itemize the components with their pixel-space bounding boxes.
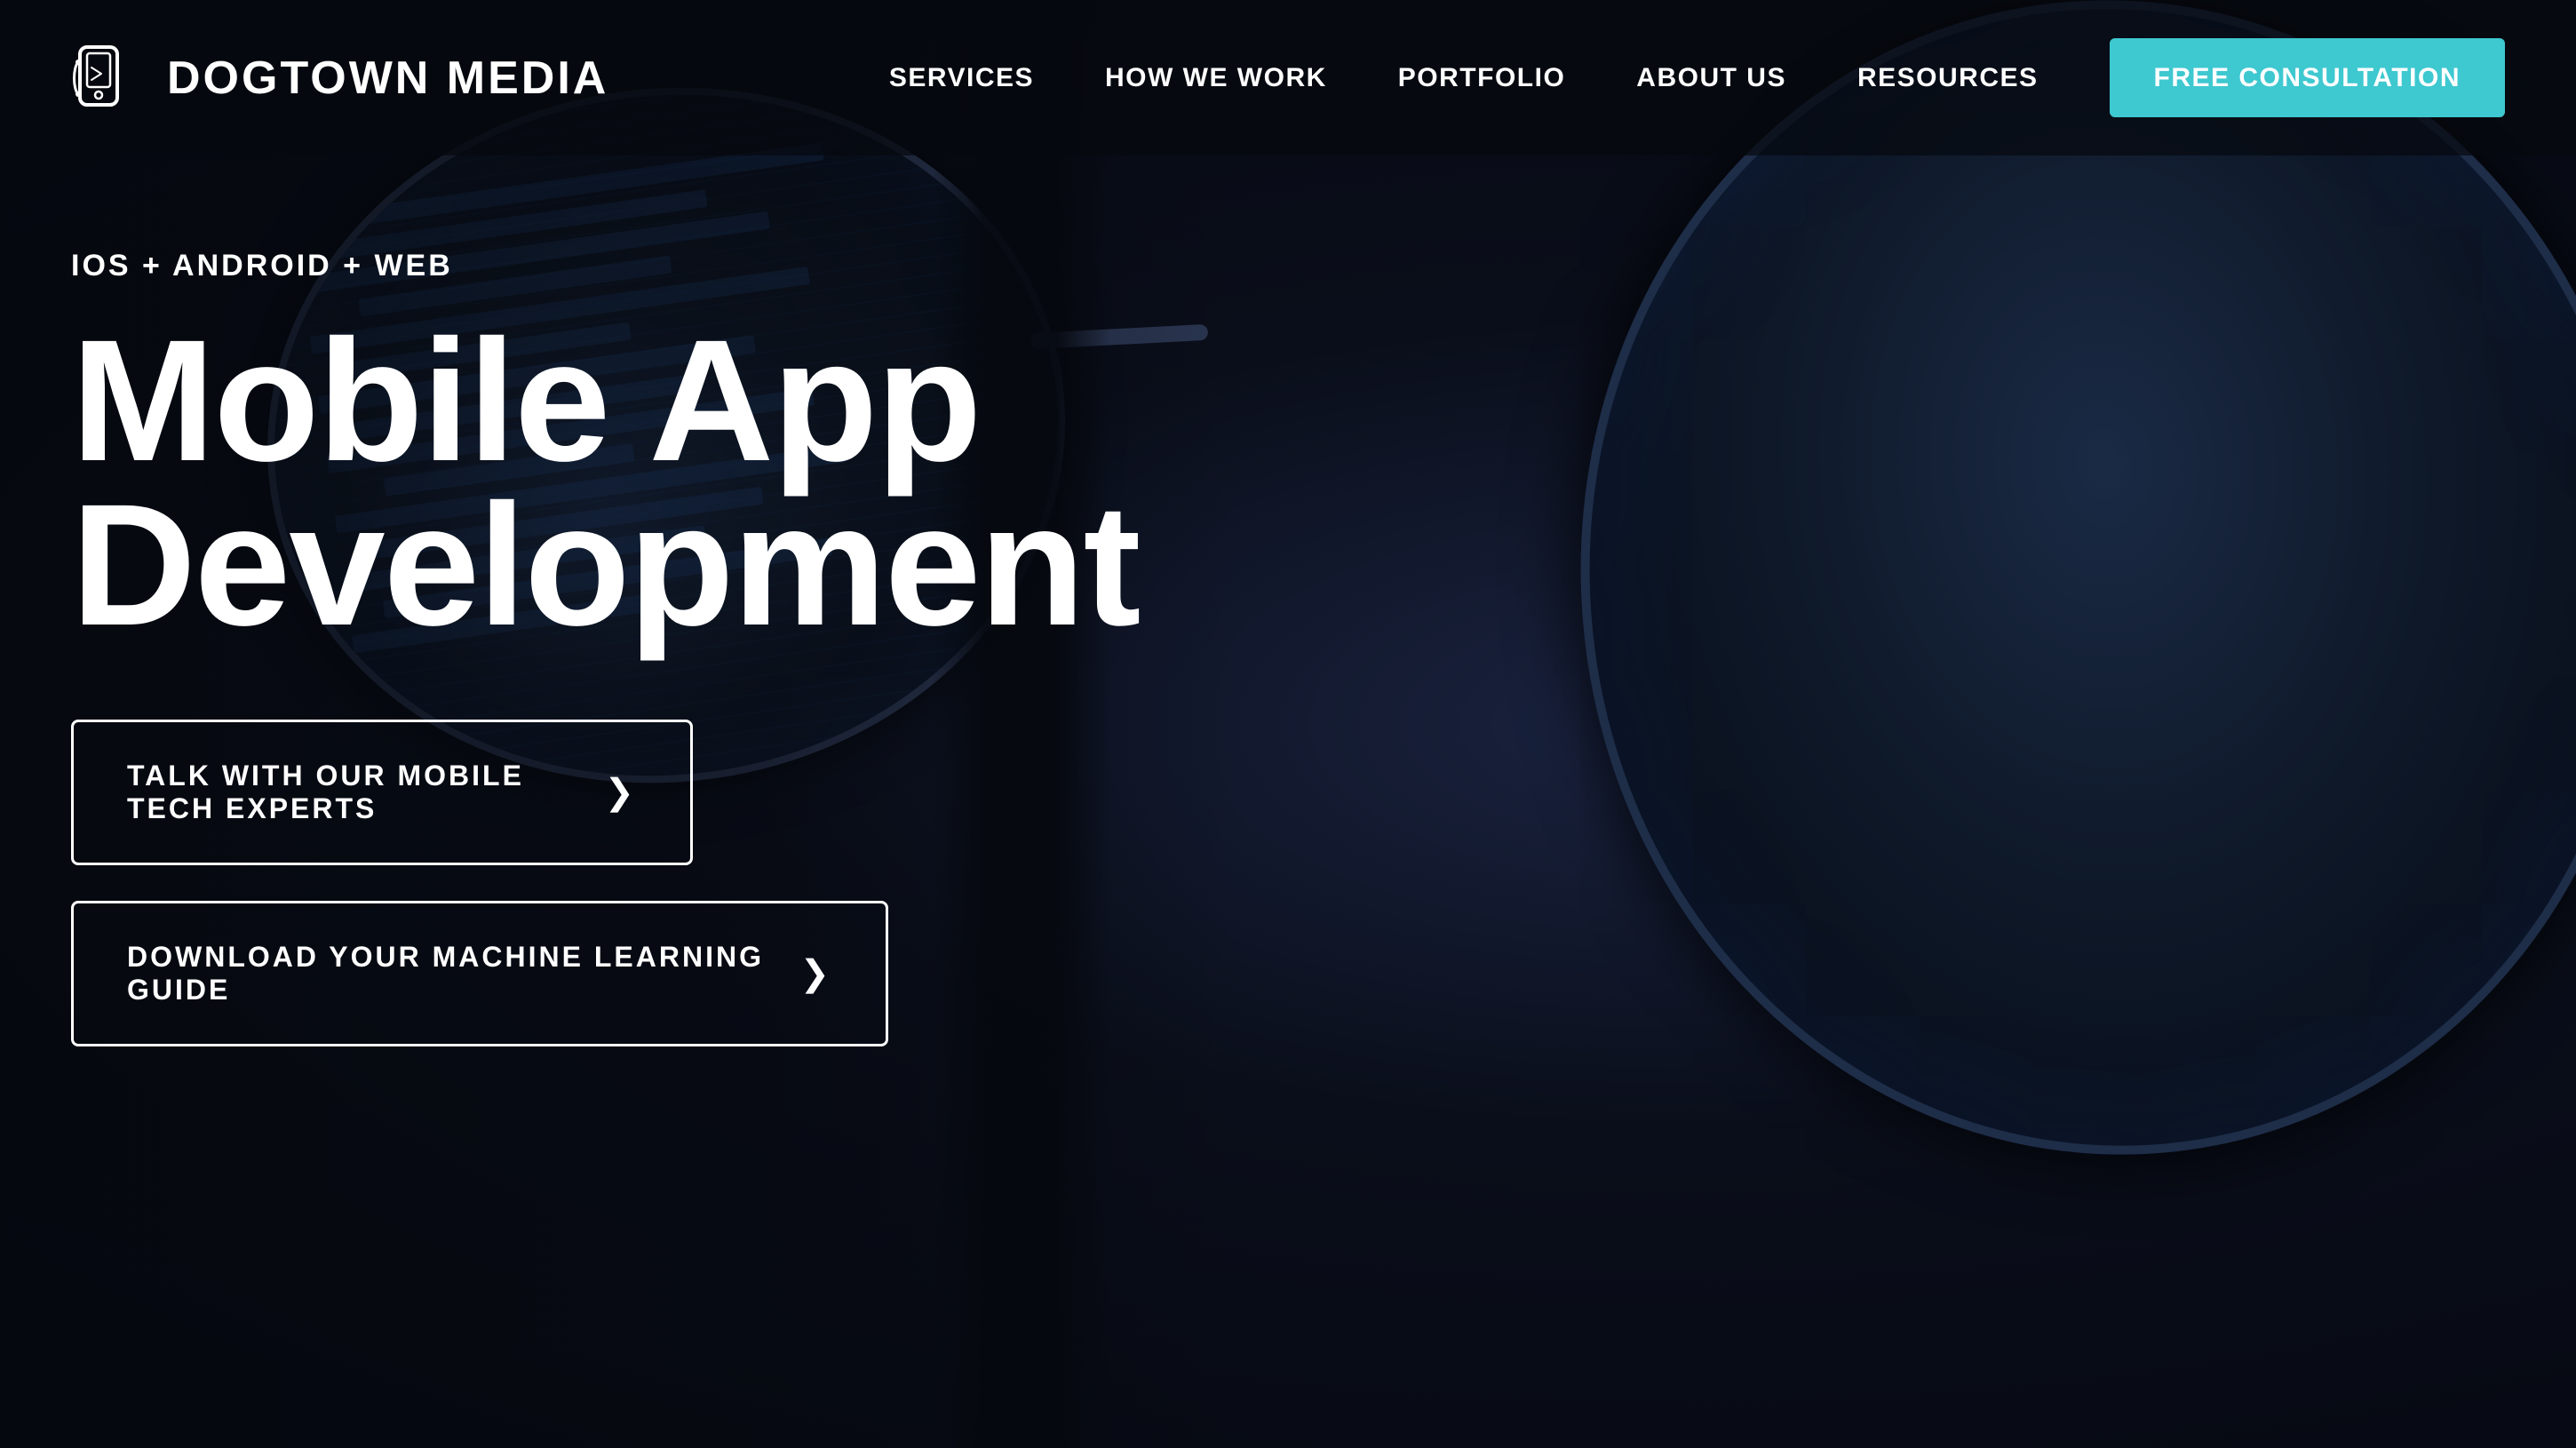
nav-links: SERVICES HOW WE WORK PORTFOLIO ABOUT US …	[889, 63, 2505, 93]
navbar: DOGTOWN MEDIA SERVICES HOW WE WORK PORTF…	[0, 0, 2576, 155]
talk-experts-button[interactable]: TALK WITH OUR MOBILE TECH EXPERTS ❯	[71, 720, 693, 865]
hero-section: DOGTOWN MEDIA SERVICES HOW WE WORK PORTF…	[0, 0, 2576, 1448]
download-guide-button[interactable]: DOWNLOAD YOUR MACHINE LEARNING GUIDE ❯	[71, 901, 888, 1046]
brand-name: DOGTOWN MEDIA	[167, 52, 608, 105]
nav-item-how-we-work[interactable]: HOW WE WORK	[1105, 63, 1327, 93]
nav-link-portfolio[interactable]: PORTFOLIO	[1398, 63, 1566, 92]
hero-content: IOS + ANDROID + WEB Mobile App Developme…	[71, 249, 1137, 1046]
logo-icon	[71, 43, 142, 114]
nav-link-about-us[interactable]: ABOUT US	[1636, 63, 1786, 92]
chevron-right-icon-2: ❯	[799, 953, 832, 994]
nav-item-services[interactable]: SERVICES	[889, 63, 1034, 93]
nav-item-resources[interactable]: RESOURCES	[1857, 63, 2039, 93]
download-guide-label: DOWNLOAD YOUR MACHINE LEARNING GUIDE	[127, 941, 764, 1006]
nav-link-resources[interactable]: RESOURCES	[1857, 63, 2039, 92]
free-consultation-button[interactable]: FREE CONSULTATION	[2110, 38, 2505, 117]
nav-link-how-we-work[interactable]: HOW WE WORK	[1105, 63, 1327, 92]
nav-item-about-us[interactable]: ABOUT US	[1636, 63, 1786, 93]
logo[interactable]: DOGTOWN MEDIA	[71, 43, 608, 114]
nav-link-services[interactable]: SERVICES	[889, 63, 1034, 92]
nav-item-cta[interactable]: FREE CONSULTATION	[2110, 63, 2505, 93]
chevron-right-icon: ❯	[604, 772, 637, 813]
nav-item-portfolio[interactable]: PORTFOLIO	[1398, 63, 1566, 93]
hero-title-line2: Development	[71, 468, 1139, 662]
hero-subtitle: IOS + ANDROID + WEB	[71, 249, 1137, 283]
talk-experts-label: TALK WITH OUR MOBILE TECH EXPERTS	[127, 760, 568, 825]
hero-title: Mobile App Development	[71, 319, 1137, 648]
hero-cta-buttons: TALK WITH OUR MOBILE TECH EXPERTS ❯ DOWN…	[71, 720, 1137, 1046]
